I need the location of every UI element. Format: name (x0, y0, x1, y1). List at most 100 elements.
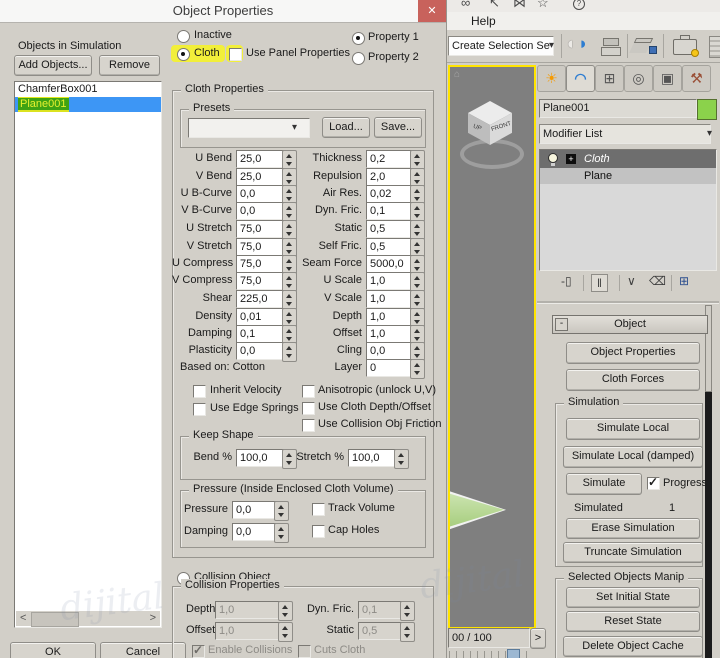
modifier-list-dropdown[interactable]: Modifier List (539, 124, 711, 144)
param-field[interactable]: 0,1 (236, 325, 286, 343)
param-field[interactable]: 25,0 (236, 168, 286, 186)
cap-holes-checkbox[interactable] (312, 525, 325, 538)
pressure-damping-field[interactable]: 0,0 (232, 523, 280, 541)
spinner[interactable] (282, 272, 297, 292)
param-field[interactable]: 75,0 (236, 238, 286, 256)
use-edge-springs-checkbox[interactable] (193, 403, 206, 416)
modifier-stack-plane-row[interactable]: Plane (540, 168, 716, 184)
use-panel-properties-checkbox[interactable] (229, 48, 242, 61)
next-frame-button[interactable]: > (530, 628, 546, 649)
tab-motion[interactable]: ◎ (624, 65, 653, 92)
param-field[interactable]: 75,0 (236, 272, 286, 290)
param-field[interactable]: 75,0 (236, 220, 286, 238)
modifier-stack[interactable]: + Cloth Plane (539, 149, 717, 271)
progress-checkbox[interactable] (647, 477, 660, 490)
tab-display[interactable]: ▣ (653, 65, 682, 92)
list-horizontal-scrollbar[interactable]: < > (16, 611, 160, 626)
truncate-simulation-button[interactable]: Truncate Simulation (563, 542, 703, 563)
reset-state-button[interactable]: Reset State (566, 611, 700, 632)
expand-plus-icon[interactable]: + (566, 154, 576, 164)
close-icon[interactable]: ✕ (418, 0, 446, 22)
stretch-field[interactable]: 100,0 (348, 449, 400, 467)
simulate-button[interactable]: Simulate (566, 473, 642, 495)
scroll-right-icon[interactable]: > (150, 611, 156, 626)
modifier-on-off-bulb-icon[interactable] (548, 153, 558, 163)
dialog-titlebar[interactable]: Object Properties ✕ (0, 0, 446, 23)
spinner[interactable] (282, 290, 297, 310)
spinner[interactable] (282, 220, 297, 240)
param-field[interactable]: 0,5 (366, 238, 414, 256)
menu-help[interactable]: Help (471, 14, 496, 28)
collision-dynfric-field[interactable]: 0,1 (358, 601, 404, 619)
cloth-forces-button[interactable]: Cloth Forces (566, 369, 700, 391)
chevron-down-icon[interactable]: ▾ (549, 40, 554, 51)
cuts-cloth-checkbox[interactable] (298, 645, 311, 658)
unlink-selection-icon[interactable]: ↖ (489, 0, 500, 11)
spinner[interactable] (394, 449, 409, 469)
bend-field[interactable]: 100,0 (236, 449, 288, 467)
object-properties-button[interactable]: Object Properties (566, 342, 700, 364)
param-field[interactable]: 1,0 (366, 325, 414, 343)
object-rollout-header[interactable]: - Object (552, 315, 708, 334)
spinner[interactable] (400, 622, 415, 642)
list-item[interactable]: ChamferBox001 (15, 82, 161, 97)
scroll-left-icon[interactable]: < (20, 611, 26, 626)
spinner[interactable] (274, 501, 289, 521)
track-volume-checkbox[interactable] (312, 503, 325, 516)
chevron-down-icon[interactable]: ▾ (707, 128, 712, 139)
mirror-icon[interactable]: ◖ (565, 34, 575, 54)
spinner[interactable] (274, 523, 289, 543)
collapse-minus-icon[interactable]: - (555, 318, 568, 331)
param-field[interactable]: 1,0 (366, 290, 414, 308)
track-bar-thumb[interactable] (507, 649, 520, 658)
layer-field[interactable]: 0 (366, 359, 414, 377)
param-field[interactable]: 0,02 (366, 185, 414, 203)
scrollbar-thumb[interactable] (31, 612, 79, 627)
load-button[interactable]: Load... (322, 117, 370, 138)
save-button[interactable]: Save... (374, 117, 422, 138)
track-bar[interactable] (449, 651, 533, 658)
tab-create[interactable]: ☀ (537, 65, 566, 92)
objects-list[interactable]: ChamferBox001 Plane001 < > (14, 81, 162, 628)
remove-button[interactable]: Remove (99, 55, 160, 76)
align-icon[interactable] (603, 38, 619, 46)
selection-set-dropdown[interactable]: Create Selection Se (448, 36, 554, 56)
spinner[interactable] (282, 150, 297, 170)
object-color-swatch[interactable] (697, 99, 717, 120)
help-icon[interactable]: ? (573, 0, 585, 10)
mirror-icon-blue[interactable]: ◗ (578, 34, 588, 54)
use-cloth-depth-offset-checkbox[interactable] (302, 402, 315, 415)
cloth-radio[interactable] (177, 48, 190, 61)
add-objects-button[interactable]: Add Objects... (14, 55, 92, 76)
tab-modify[interactable]: ◠ (566, 65, 595, 92)
use-collision-obj-friction-checkbox[interactable] (302, 419, 315, 432)
param-field[interactable]: 1,0 (366, 308, 414, 326)
anisotropic-checkbox[interactable] (302, 385, 315, 398)
spinner[interactable] (400, 601, 415, 621)
simulate-local-button[interactable]: Simulate Local (566, 418, 700, 440)
tab-hierarchy[interactable]: ⊞ (595, 65, 624, 92)
layer-manager-icon[interactable] (634, 38, 653, 43)
pin-stack-icon[interactable]: -▯ (561, 274, 572, 288)
set-initial-state-button[interactable]: Set Initial State (566, 587, 700, 608)
erase-simulation-button[interactable]: Erase Simulation (566, 518, 700, 539)
spinner[interactable] (278, 622, 293, 642)
spinner[interactable] (282, 202, 297, 222)
delete-object-cache-button[interactable]: Delete Object Cache (563, 636, 703, 657)
spinner[interactable] (410, 290, 425, 310)
param-field[interactable]: 0,0 (236, 202, 286, 220)
param-field[interactable]: 225,0 (236, 290, 286, 308)
object-name-field[interactable]: Plane001 (539, 99, 697, 118)
spinner[interactable] (410, 272, 425, 292)
param-field[interactable]: 1,0 (366, 272, 414, 290)
param-field[interactable]: 0,2 (366, 150, 414, 168)
bind-to-spacewarp-icon[interactable]: ⋈ (513, 0, 526, 11)
param-field[interactable]: 0,0 (366, 342, 414, 360)
configure-modifier-sets-icon[interactable]: ⊞ (679, 274, 689, 288)
list-item-selected[interactable]: Plane001 (15, 97, 161, 112)
spinner[interactable] (278, 601, 293, 621)
show-end-result-icon[interactable]: ‖ (591, 274, 608, 292)
param-field[interactable]: 0,0 (236, 342, 286, 360)
pressure-field[interactable]: 0,0 (232, 501, 280, 519)
param-field[interactable]: 5000,0 (366, 255, 414, 273)
